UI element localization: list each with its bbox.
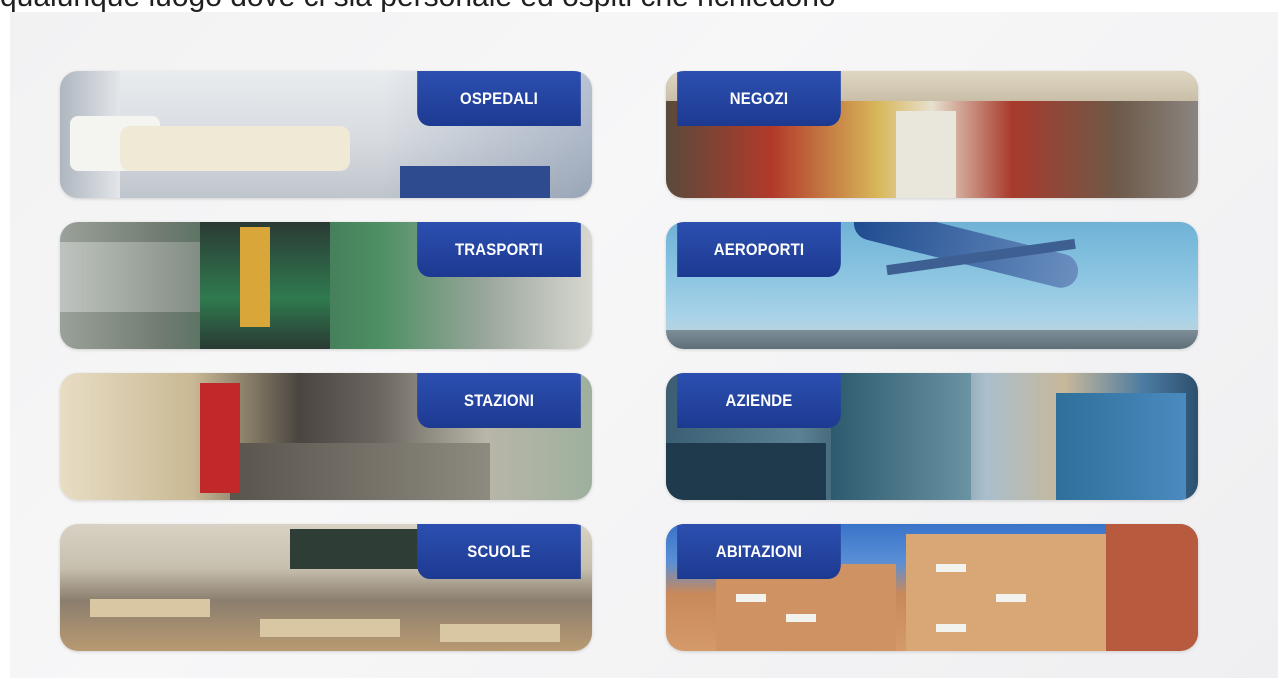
card-label: STAZIONI <box>417 373 581 428</box>
card-label: TRASPORTI <box>417 222 581 277</box>
card-trasporti[interactable]: TRASPORTI <box>60 222 592 349</box>
card-ospedali[interactable]: OSPEDALI <box>60 71 592 198</box>
card-label: AEROPORTI <box>677 222 841 277</box>
card-label: OSPEDALI <box>417 71 581 126</box>
card-label: SCUOLE <box>417 524 581 579</box>
card-negozi[interactable]: NEGOZI <box>666 71 1198 198</box>
card-stazioni[interactable]: STAZIONI <box>60 373 592 500</box>
card-abitazioni[interactable]: ABITAZIONI <box>666 524 1198 651</box>
card-label: ABITAZIONI <box>677 524 841 579</box>
card-aziende[interactable]: AZIENDE <box>666 373 1198 500</box>
card-label: AZIENDE <box>677 373 841 428</box>
card-scuole[interactable]: SCUOLE <box>60 524 592 651</box>
sectors-panel: OSPEDALI NEGOZI TRASPORTI AEROPORTI STAZ… <box>10 12 1278 678</box>
card-aeroporti[interactable]: AEROPORTI <box>666 222 1198 349</box>
card-label: NEGOZI <box>677 71 841 126</box>
